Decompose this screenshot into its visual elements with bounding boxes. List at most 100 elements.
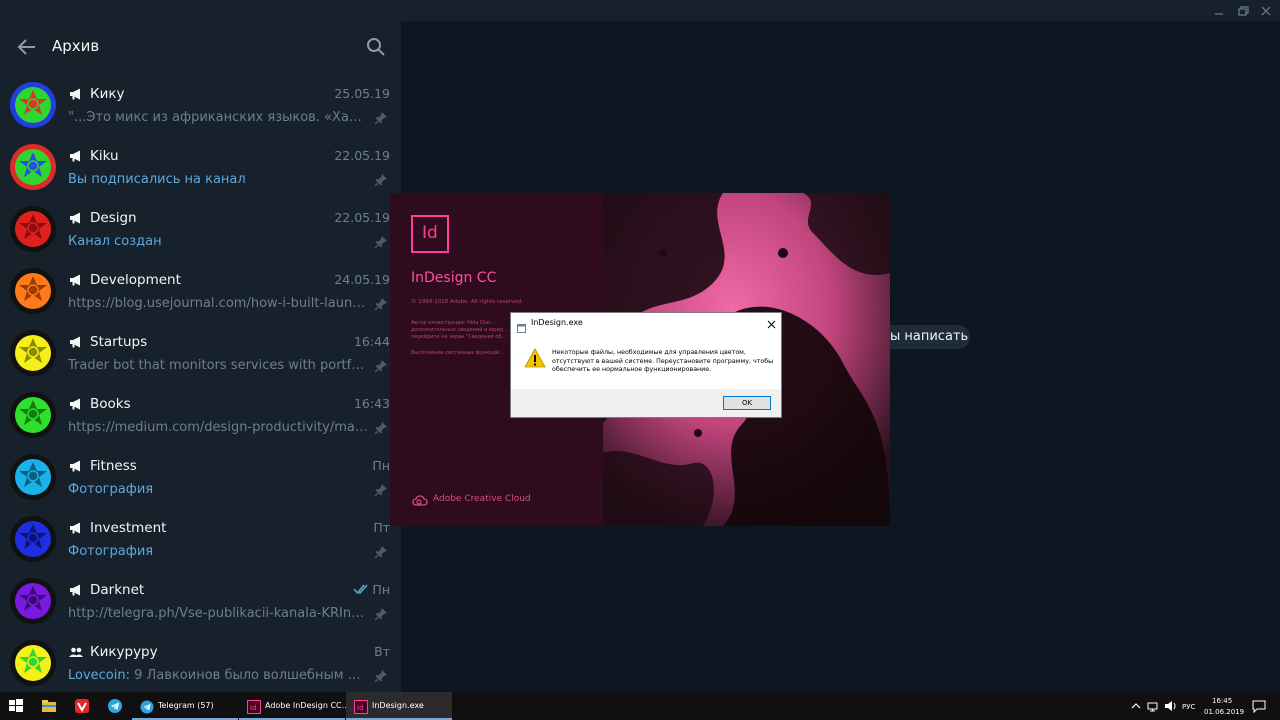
chevron-up-icon[interactable]: [1128, 698, 1144, 714]
pin-icon: [374, 482, 388, 497]
pin-icon: [374, 420, 388, 435]
chat-name: Fitness: [90, 458, 137, 474]
splash-title: InDesign CC: [411, 270, 497, 286]
clock-time[interactable]: 16:45: [1212, 697, 1232, 705]
chat-avatar: [10, 578, 56, 624]
telegram-pinned-icon[interactable]: [107, 698, 123, 714]
splash-credit-line: Автор иллюстрации: Hida Diac...: [411, 320, 496, 326]
chat-name: Design: [90, 210, 137, 226]
chat-name: Darknet: [90, 582, 145, 598]
indesign-logo-icon: Id: [411, 215, 449, 253]
chat-name: Kiku: [90, 148, 119, 164]
indesign-icon: Id: [354, 699, 368, 714]
windows-taskbar: Telegram (57) Id Adobe InDesign CC... Id…: [0, 692, 1280, 720]
restore-icon[interactable]: [1236, 3, 1250, 17]
chat-item[interactable]: Darknet Пн http://telegra.ph/Vse-publikaci…: [0, 570, 401, 632]
dialog-message: Некоторые файлы, необходимые для управле…: [552, 349, 774, 373]
chat-date: 22.05.19: [334, 148, 390, 163]
chat-name: Кику: [90, 86, 125, 102]
chat-item[interactable]: Design 22.05.19 Канал создан: [0, 198, 401, 260]
warning-icon: [524, 348, 546, 368]
taskbar-item-indesign-exe[interactable]: Id InDesign.exe: [346, 692, 452, 720]
chat-item[interactable]: Development 24.05.19 https://blog.usejourn…: [0, 260, 401, 322]
dialog-titlebar: InDesign.exe: [511, 313, 781, 333]
window-titlebar: [401, 0, 1280, 21]
chat-date: 16:44: [353, 334, 390, 349]
windows-start-icon[interactable]: [8, 698, 24, 714]
channel-megaphone-icon: [68, 210, 84, 226]
dialog-footer: OK: [511, 389, 781, 417]
back-arrow-icon[interactable]: [14, 34, 40, 60]
chat-item[interactable]: Startups 16:44 Trader bot that monitors se…: [0, 322, 401, 384]
chat-item[interactable]: Investment Пт Фотография: [0, 508, 401, 570]
dialog-body: Некоторые файлы, необходимые для управле…: [511, 333, 781, 389]
search-icon[interactable]: [364, 35, 388, 59]
close-window-icon[interactable]: [1259, 3, 1273, 17]
chat-avatar: [10, 454, 56, 500]
channel-megaphone-icon: [68, 458, 84, 474]
vivaldi-browser-icon[interactable]: [74, 698, 90, 714]
channel-megaphone-icon: [68, 582, 84, 598]
chat-name: Books: [90, 396, 131, 412]
chat-name: Investment: [90, 520, 167, 536]
chat-date: Пн: [372, 458, 390, 473]
chat-preview: Фотография: [68, 544, 154, 559]
chat-preview: https://blog.usejournal.com/how-i-built-…: [68, 296, 368, 311]
chat-item[interactable]: Kiku 22.05.19 Вы подписались на канал: [0, 136, 401, 198]
chat-name: Development: [90, 272, 181, 288]
chat-preview: Канал создан: [68, 234, 162, 249]
close-icon[interactable]: [765, 316, 778, 329]
splash-credit: Автор иллюстрации: Hida Diac... дополнит…: [411, 320, 511, 341]
chat-item[interactable]: Books 16:43 https://medium.com/design-prod…: [0, 384, 401, 446]
chat-avatar: [10, 516, 56, 562]
pin-icon: [374, 296, 388, 311]
channel-megaphone-icon: [68, 148, 84, 164]
ok-button[interactable]: OK: [723, 396, 771, 410]
creative-cloud-label: Adobe Creative Cloud: [433, 494, 531, 504]
creative-cloud-icon: [411, 492, 429, 506]
taskbar-item-indesign[interactable]: Id Adobe InDesign CC...: [239, 692, 349, 720]
chat-avatar: [10, 268, 56, 314]
chat-item[interactable]: Fitness Пн Фотография: [0, 446, 401, 508]
pin-icon: [374, 606, 388, 621]
indesign-icon: Id: [247, 699, 261, 714]
group-icon: [68, 644, 84, 660]
sidebar-title: Архив: [52, 37, 100, 55]
minimize-icon[interactable]: [1212, 3, 1226, 17]
pin-icon: [374, 172, 388, 187]
double-check-icon: [353, 581, 371, 595]
chat-preview: http://telegra.ph/Vse-publikacii-kanala-…: [68, 606, 368, 621]
chat-preview: "...Это микс из африканских языков. «Хаф…: [68, 110, 368, 125]
taskbar-item-label: Adobe InDesign CC...: [265, 701, 350, 710]
preview-sender: Lovecoin:: [68, 668, 130, 683]
chat-date: Пн: [372, 582, 390, 597]
channel-megaphone-icon: [68, 334, 84, 350]
taskbar-item-telegram[interactable]: Telegram (57): [132, 692, 238, 720]
clock-date[interactable]: 01.06.2019: [1204, 708, 1244, 716]
pin-icon: [374, 358, 388, 373]
network-icon[interactable]: [1146, 698, 1162, 714]
channel-megaphone-icon: [68, 86, 84, 102]
chat-name: Кикуруру: [90, 644, 158, 660]
file-explorer-icon[interactable]: [41, 698, 57, 714]
notifications-icon[interactable]: [1251, 698, 1267, 714]
chat-item[interactable]: Кикуруру Вт Lovecoin: 9 Лавкоинов было вол…: [0, 632, 401, 694]
preview-text: 9 Лавкоинов было волшебным обра...: [130, 668, 368, 683]
chat-avatar: [10, 206, 56, 252]
pin-icon: [374, 234, 388, 249]
chat-preview: Фотография: [68, 482, 154, 497]
volume-icon[interactable]: [1163, 698, 1179, 714]
chat-preview: Trader bot that monitors services with p…: [68, 358, 368, 373]
dialog-title: InDesign.exe: [531, 318, 583, 327]
chat-date: Пт: [373, 520, 390, 535]
chat-avatar: [10, 392, 56, 438]
chat-avatar: [10, 82, 56, 128]
language-indicator[interactable]: РУС: [1182, 703, 1195, 711]
chat-date: 25.05.19: [334, 86, 390, 101]
chat-item[interactable]: Кику 25.05.19 "...Это микс из африканских …: [0, 74, 401, 136]
indesign-logo-text: Id: [422, 223, 438, 243]
app-window-icon: [517, 318, 526, 333]
pin-icon: [374, 544, 388, 559]
chat-avatar: [10, 330, 56, 376]
svg-text:Id: Id: [357, 704, 364, 712]
